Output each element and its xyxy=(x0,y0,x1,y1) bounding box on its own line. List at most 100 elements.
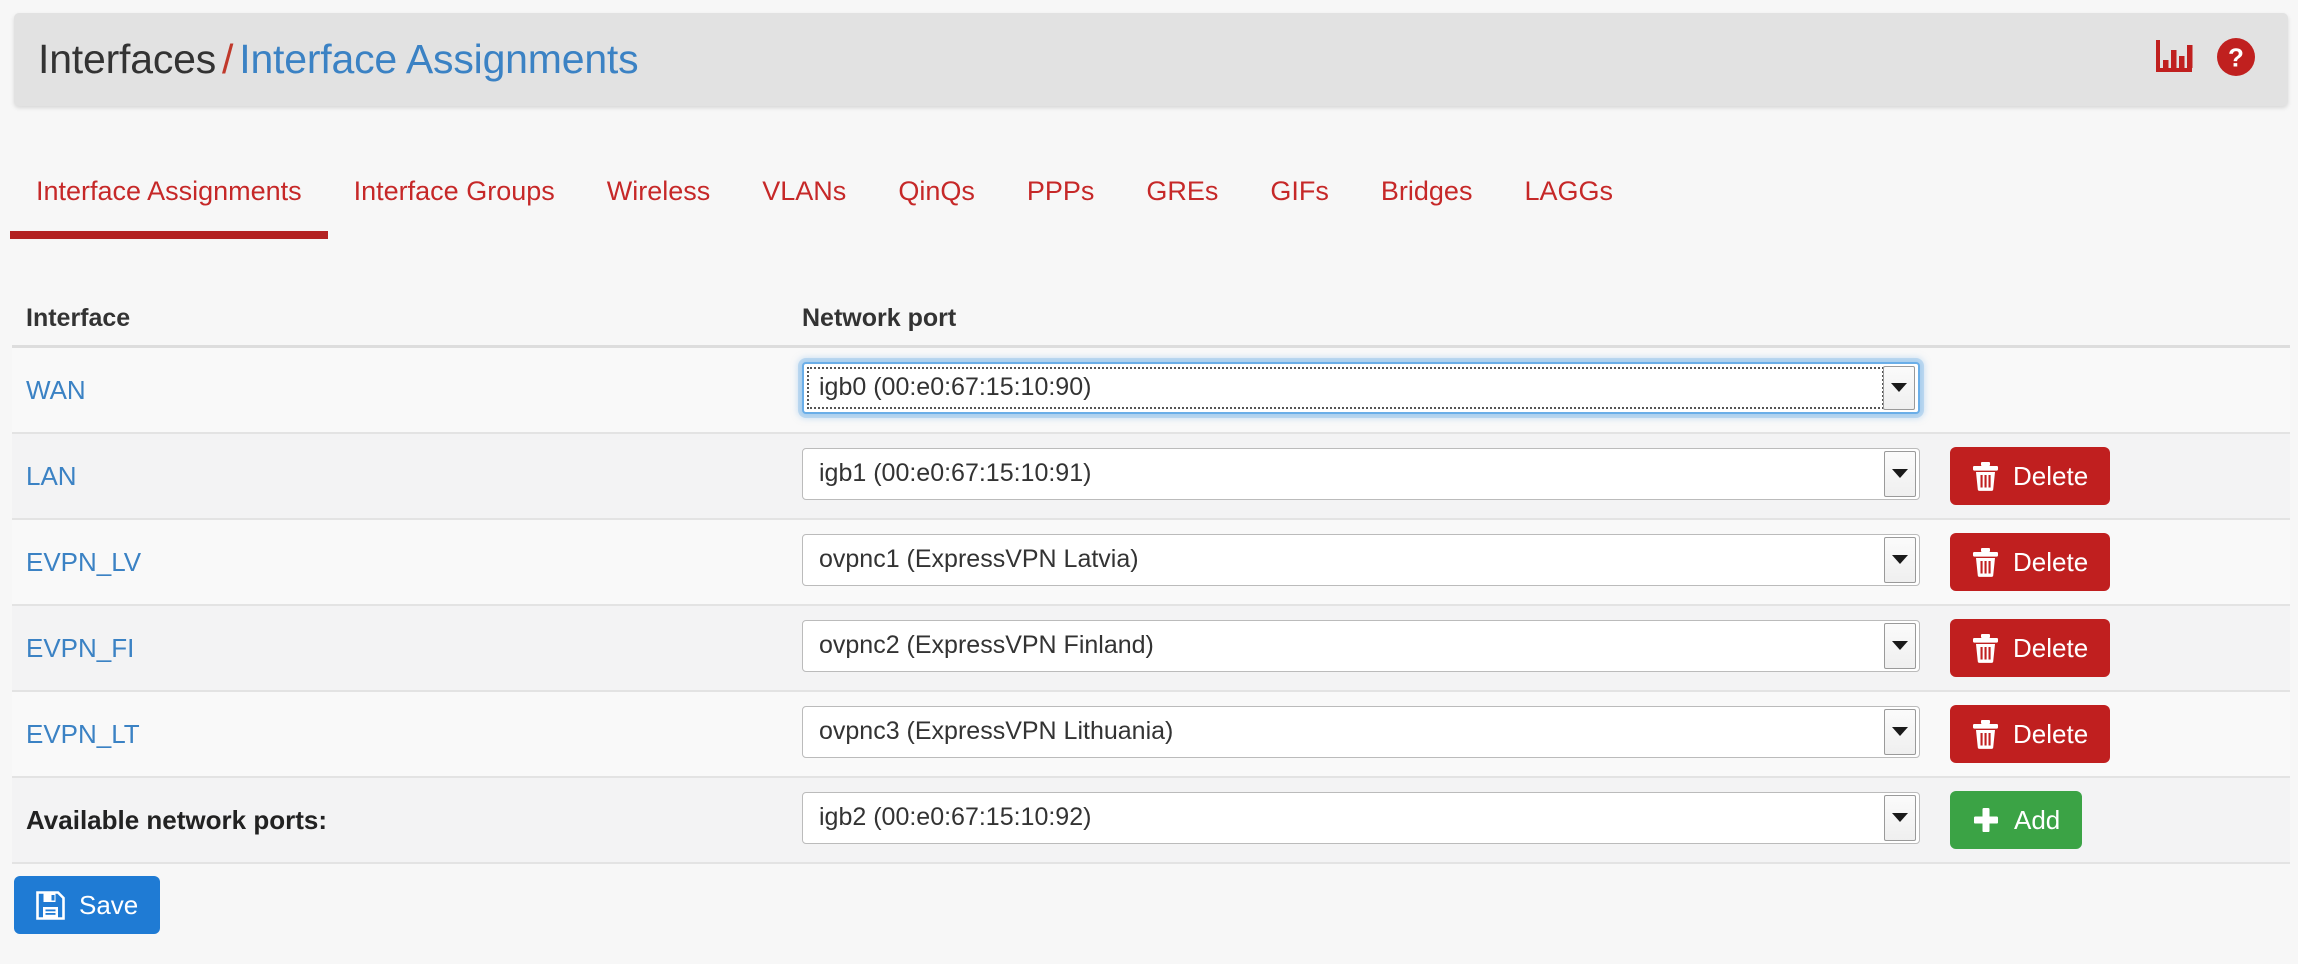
tab-interface-groups[interactable]: Interface Groups xyxy=(328,150,581,205)
table-row: WAN igb0 (00:e0:67:15:10:90) xyxy=(12,348,2290,434)
chevron-down-icon[interactable] xyxy=(1884,537,1916,583)
available-network-ports-label: Available network ports: xyxy=(26,805,327,835)
chevron-down-icon[interactable] xyxy=(1883,366,1915,410)
breadcrumb-current[interactable]: Interface Assignments xyxy=(239,36,638,82)
delete-button-label: Delete xyxy=(2013,463,2088,489)
breadcrumb-separator: / xyxy=(216,36,239,82)
floppy-disk-icon xyxy=(36,891,65,920)
tab-bar: Interface Assignments Interface Groups W… xyxy=(0,150,2298,246)
breadcrumb-root[interactable]: Interfaces xyxy=(38,36,216,82)
select-box[interactable]: igb2 (00:e0:67:15:10:92) xyxy=(802,792,1920,844)
tab-label: Bridges xyxy=(1381,176,1473,206)
network-port-cell: ovpnc1 (ExpressVPN Latvia) xyxy=(802,534,1936,591)
select-value: igb1 (00:e0:67:15:10:91) xyxy=(803,459,1884,488)
add-button-label: Add xyxy=(2014,807,2060,833)
available-network-ports-row: Available network ports: igb2 (00:e0:67:… xyxy=(12,778,2290,864)
select-value: ovpnc3 (ExpressVPN Lithuania) xyxy=(803,717,1884,746)
network-port-cell: igb1 (00:e0:67:15:10:91) xyxy=(802,448,1936,505)
network-port-select-evpn-lv[interactable]: ovpnc1 (ExpressVPN Latvia) xyxy=(802,534,1920,586)
tab-bridges[interactable]: Bridges xyxy=(1355,150,1499,205)
tab-label: LAGGs xyxy=(1524,176,1613,206)
save-button[interactable]: Save xyxy=(14,876,160,934)
delete-button-lan[interactable]: Delete xyxy=(1950,447,2110,505)
table-row: EVPN_LT ovpnc3 (ExpressVPN Lithuania) xyxy=(12,692,2290,778)
chevron-down-icon[interactable] xyxy=(1884,451,1916,497)
table-row: LAN igb1 (00:e0:67:15:10:91) xyxy=(12,434,2290,520)
tab-ppps[interactable]: PPPs xyxy=(1001,150,1121,205)
select-box[interactable]: ovpnc2 (ExpressVPN Finland) xyxy=(802,620,1920,672)
network-port-select-evpn-fi[interactable]: ovpnc2 (ExpressVPN Finland) xyxy=(802,620,1920,672)
plus-icon xyxy=(1972,806,2000,834)
add-button[interactable]: Add xyxy=(1950,791,2082,849)
network-port-select-lan[interactable]: igb1 (00:e0:67:15:10:91) xyxy=(802,448,1920,500)
tab-wireless[interactable]: Wireless xyxy=(581,150,737,205)
save-button-label: Save xyxy=(79,892,138,918)
chevron-down-icon[interactable] xyxy=(1884,795,1916,841)
table-header-row: Interface Network port xyxy=(12,292,2290,348)
interface-link-evpn-lt[interactable]: EVPN_LT xyxy=(26,719,140,749)
delete-button-evpn-fi[interactable]: Delete xyxy=(1950,619,2110,677)
delete-button-label: Delete xyxy=(2013,721,2088,747)
chevron-down-icon[interactable] xyxy=(1884,709,1916,755)
row-actions: Delete xyxy=(1936,619,2290,677)
interface-link-evpn-fi[interactable]: EVPN_FI xyxy=(26,633,134,663)
tab-label: Wireless xyxy=(607,176,711,206)
trash-icon xyxy=(1972,548,1999,577)
network-port-select-wan[interactable]: igb0 (00:e0:67:15:10:90) xyxy=(802,362,1920,414)
row-actions: Add xyxy=(1936,791,2290,849)
interface-cell: EVPN_LV xyxy=(26,547,802,578)
tab-interface-assignments[interactable]: Interface Assignments xyxy=(10,150,328,205)
tab-vlans[interactable]: VLANs xyxy=(736,150,872,205)
select-value: ovpnc1 (ExpressVPN Latvia) xyxy=(803,545,1884,574)
tab-label: GIFs xyxy=(1270,176,1329,206)
available-port-cell: igb2 (00:e0:67:15:10:92) xyxy=(802,792,1936,849)
column-header-network-port: Network port xyxy=(802,304,1936,333)
row-actions: Delete xyxy=(1936,447,2290,505)
tab-label: Interface Groups xyxy=(354,176,555,206)
header-icon-group: ? xyxy=(2154,37,2256,82)
available-ports-label-cell: Available network ports: xyxy=(26,805,802,836)
svg-text:?: ? xyxy=(2228,43,2244,73)
tab-gres[interactable]: GREs xyxy=(1120,150,1244,205)
interface-cell: WAN xyxy=(26,375,802,406)
delete-button-label: Delete xyxy=(2013,635,2088,661)
interface-link-lan[interactable]: LAN xyxy=(26,461,77,491)
select-box[interactable]: ovpnc1 (ExpressVPN Latvia) xyxy=(802,534,1920,586)
tab-gifs[interactable]: GIFs xyxy=(1244,150,1355,205)
chevron-down-icon[interactable] xyxy=(1884,623,1916,669)
delete-button-evpn-lt[interactable]: Delete xyxy=(1950,705,2110,763)
trash-icon xyxy=(1972,634,1999,663)
tab-laggs[interactable]: LAGGs xyxy=(1498,150,1639,205)
network-port-cell: igb0 (00:e0:67:15:10:90) xyxy=(802,362,1936,419)
network-port-select-evpn-lt[interactable]: ovpnc3 (ExpressVPN Lithuania) xyxy=(802,706,1920,758)
tab-label: VLANs xyxy=(762,176,846,206)
page-header: Interfaces/Interface Assignments ? xyxy=(14,13,2288,106)
table-row: EVPN_LV ovpnc1 (ExpressVPN Latvia) xyxy=(12,520,2290,606)
interface-cell: EVPN_LT xyxy=(26,719,802,750)
trash-icon xyxy=(1972,720,1999,749)
interface-link-wan[interactable]: WAN xyxy=(26,375,86,405)
select-box[interactable]: igb0 (00:e0:67:15:10:90) xyxy=(802,362,1920,414)
tab-label: GREs xyxy=(1146,176,1218,206)
select-box[interactable]: igb1 (00:e0:67:15:10:91) xyxy=(802,448,1920,500)
status-monitoring-icon[interactable] xyxy=(2154,38,2194,81)
delete-button-label: Delete xyxy=(2013,549,2088,575)
help-icon[interactable]: ? xyxy=(2216,37,2256,82)
breadcrumb: Interfaces/Interface Assignments xyxy=(38,39,638,80)
tab-label: QinQs xyxy=(898,176,975,206)
available-network-port-select[interactable]: igb2 (00:e0:67:15:10:92) xyxy=(802,792,1920,844)
interface-cell: EVPN_FI xyxy=(26,633,802,664)
column-header-interface: Interface xyxy=(26,304,802,333)
trash-icon xyxy=(1972,462,1999,491)
tab-label: Interface Assignments xyxy=(36,176,302,206)
row-actions: Delete xyxy=(1936,533,2290,591)
tab-label: PPPs xyxy=(1027,176,1095,206)
tab-qinqs[interactable]: QinQs xyxy=(872,150,1001,205)
select-box[interactable]: ovpnc3 (ExpressVPN Lithuania) xyxy=(802,706,1920,758)
interface-cell: LAN xyxy=(26,461,802,492)
delete-button-evpn-lv[interactable]: Delete xyxy=(1950,533,2110,591)
select-value: igb2 (00:e0:67:15:10:92) xyxy=(803,803,1884,832)
table-row: EVPN_FI ovpnc2 (ExpressVPN Finland) xyxy=(12,606,2290,692)
network-port-cell: ovpnc2 (ExpressVPN Finland) xyxy=(802,620,1936,677)
interface-link-evpn-lv[interactable]: EVPN_LV xyxy=(26,547,141,577)
